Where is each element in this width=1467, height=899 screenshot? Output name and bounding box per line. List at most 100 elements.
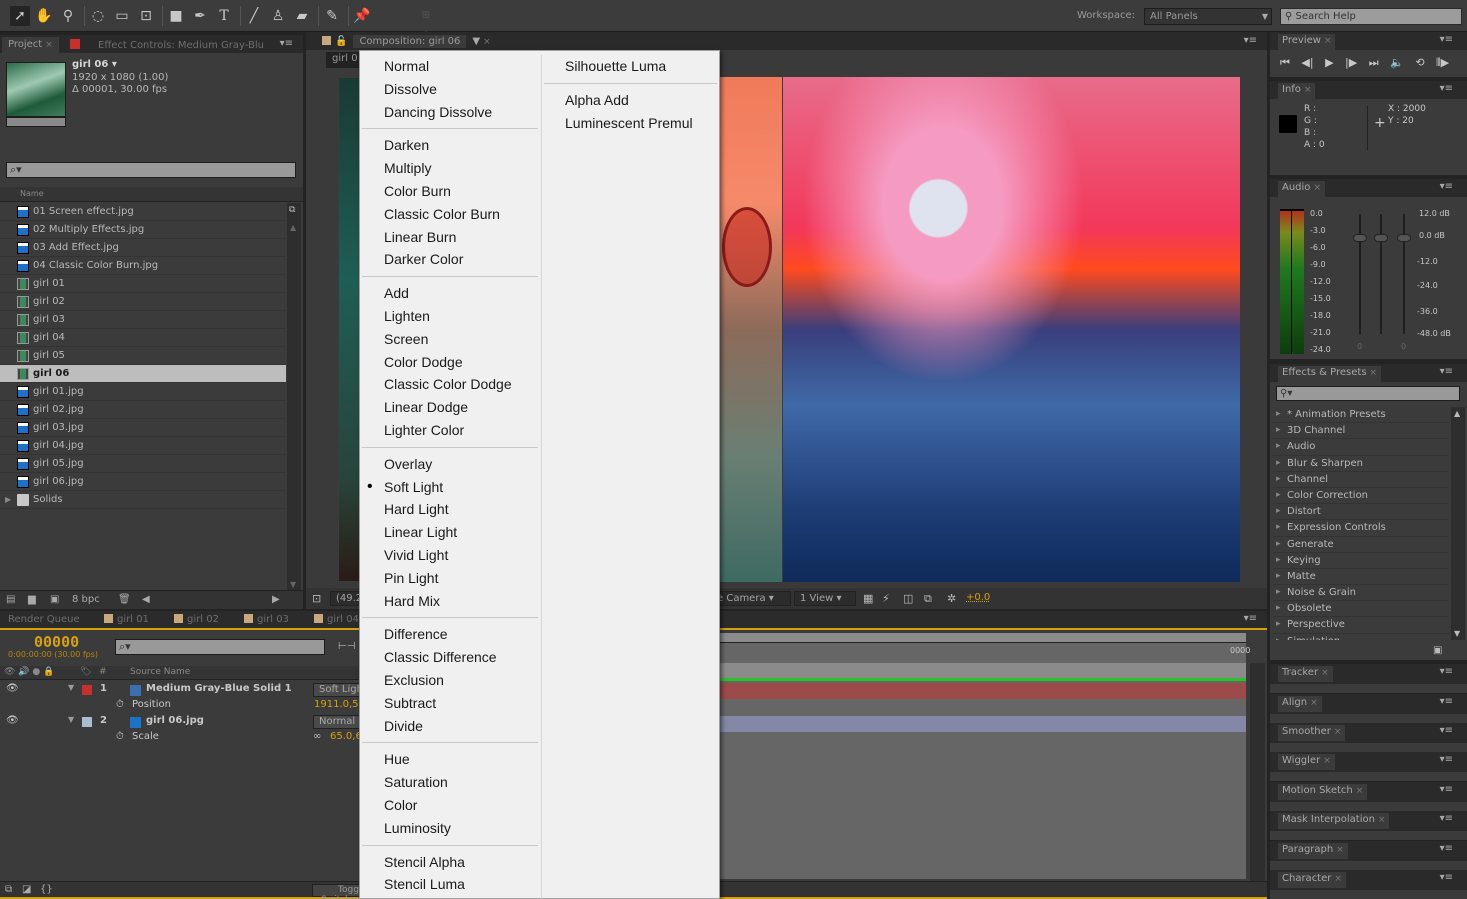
interpret-footage-icon[interactable]: ▤	[6, 594, 15, 605]
blend-mode-option[interactable]: Overlay	[360, 453, 540, 476]
panel-menu-icon[interactable]: ▾≡	[1440, 813, 1453, 824]
blend-mode-option[interactable]: Hue	[360, 748, 540, 771]
panel-menu-icon[interactable]: ▾≡	[1440, 666, 1453, 677]
scroll-down-icon[interactable]: ▼	[290, 580, 296, 589]
blend-mode-option[interactable]: Subtract	[360, 692, 540, 715]
puppet-pin-tool-icon[interactable]: 📌	[352, 6, 372, 26]
close-icon[interactable]: ×	[1334, 874, 1342, 884]
transfer-controls-icon[interactable]: ◪	[22, 884, 31, 895]
composition-mini-flowchart-icon[interactable]: ⊢⊣	[338, 641, 355, 652]
expand-triangle-icon[interactable]: ▶	[5, 491, 11, 508]
reset-exposure-icon[interactable]: ✲	[947, 592, 956, 605]
project-item[interactable]: girl 02.jpg	[0, 401, 286, 419]
roto-brush-tool-icon[interactable]: ✎	[322, 6, 342, 26]
new-folder-icon[interactable]: ▆	[28, 594, 36, 605]
composition-image[interactable]	[720, 77, 1240, 582]
effects-category[interactable]: Matte	[1273, 569, 1449, 586]
column-source-name[interactable]: Source Name	[130, 667, 190, 677]
project-item[interactable]: girl 03	[0, 311, 286, 329]
zoom-tool-icon[interactable]: ⚲	[58, 6, 78, 26]
camera-tool-icon[interactable]: ▭	[112, 6, 132, 26]
close-icon[interactable]: ×	[1321, 668, 1329, 678]
effects-category[interactable]: Keying	[1273, 553, 1449, 569]
view-layout-select[interactable]: 1 View ▾	[794, 591, 856, 606]
effects-category[interactable]: Audio	[1273, 439, 1449, 456]
timeline-scrollbar[interactable]	[1250, 663, 1265, 881]
tab-smoother[interactable]: Smoother ×	[1278, 725, 1346, 741]
panel-menu-icon[interactable]: ▾≡	[1440, 725, 1453, 736]
close-icon[interactable]: ×	[1336, 845, 1344, 855]
brush-tool-icon[interactable]: ╱	[244, 6, 264, 26]
eye-icon[interactable]: 👁	[6, 715, 19, 726]
blend-mode-option[interactable]: Darker Color	[360, 248, 540, 271]
current-time-display[interactable]: 00000	[34, 633, 79, 651]
blend-mode-option[interactable]: Linear Burn	[360, 226, 540, 249]
panel-menu-icon[interactable]: ▾≡	[1440, 181, 1453, 192]
tab-paragraph[interactable]: Paragraph ×	[1278, 843, 1348, 859]
project-item[interactable]: 04 Classic Color Burn.jpg	[0, 257, 286, 275]
blend-mode-option[interactable]: Classic Difference	[360, 646, 540, 669]
blend-mode-option[interactable]: Stencil Luma	[360, 873, 540, 896]
lock-icon[interactable]: 🔓	[335, 36, 347, 47]
blend-mode-select[interactable]: Soft Light	[313, 683, 363, 697]
prev-frame-icon[interactable]: ◀|	[1301, 56, 1313, 69]
blend-mode-option[interactable]: Vivid Light	[360, 544, 540, 567]
project-item[interactable]: girl 05	[0, 347, 286, 365]
chevron-down-icon[interactable]: ▼	[472, 36, 480, 47]
in-out-icon[interactable]: {}	[40, 884, 53, 895]
scroll-down-icon[interactable]: ▼	[1454, 629, 1460, 638]
scroll-up-icon[interactable]: ▲	[290, 223, 296, 232]
blend-mode-option[interactable]: Screen	[360, 328, 540, 351]
effects-category[interactable]: Blur & Sharpen	[1273, 456, 1449, 472]
close-icon[interactable]: ×	[1324, 36, 1332, 46]
flowchart-icon[interactable]: ⧉	[924, 592, 932, 606]
layer-name[interactable]: Medium Gray-Blue Solid 1	[146, 683, 292, 694]
blend-mode-option[interactable]: Divide	[360, 715, 540, 738]
blend-mode-option[interactable]: Alpha Add	[542, 89, 719, 112]
panel-menu-icon[interactable]: ▾≡	[1440, 843, 1453, 854]
project-scrollbar[interactable]: ⧉ ▲ ▼	[287, 203, 301, 591]
blend-mode-option[interactable]: Stencil Alpha	[360, 851, 540, 874]
new-preset-icon[interactable]: ▣	[1433, 645, 1442, 656]
timeline-icon[interactable]: ◫	[903, 592, 913, 605]
tab-info[interactable]: Info ×	[1278, 83, 1316, 99]
blend-mode-option[interactable]: Hard Light	[360, 498, 540, 521]
expand-chevron-icon[interactable]: ▼	[68, 715, 74, 724]
effects-scrollbar[interactable]: ▲ ▼	[1451, 407, 1465, 640]
first-frame-icon[interactable]: ⏮	[1280, 56, 1290, 69]
blend-mode-select[interactable]: Normal	[313, 715, 363, 729]
play-icon[interactable]: ▶	[1325, 56, 1333, 69]
panel-menu-icon[interactable]: ▾≡	[1244, 35, 1257, 46]
tab-render-queue[interactable]: Render Queue	[2, 613, 86, 629]
blend-mode-option[interactable]: Exclusion	[360, 669, 540, 692]
close-icon[interactable]: ×	[1356, 786, 1364, 796]
work-area-bar[interactable]	[718, 663, 1246, 678]
scroll-up-icon[interactable]: ▲	[1454, 409, 1460, 418]
tab-effect-controls[interactable]: Effect Controls: Medium Gray-Blu	[64, 37, 270, 53]
blend-mode-option[interactable]: Lighter Color	[360, 419, 540, 442]
last-frame-icon[interactable]: ⏭	[1369, 56, 1379, 69]
audio-fader-right[interactable]	[1397, 214, 1411, 334]
pen-tool-icon[interactable]: ✒	[190, 6, 210, 26]
audio-icon[interactable]: 🔈	[1390, 56, 1404, 69]
eraser-tool-icon[interactable]: ▰	[292, 6, 312, 26]
effects-category[interactable]: Channel	[1273, 472, 1449, 488]
blend-mode-option[interactable]: Classic Color Dodge	[360, 373, 540, 396]
layer-label-color[interactable]	[82, 685, 92, 695]
layer-2-duration-bar[interactable]	[718, 716, 1246, 732]
clone-stamp-tool-icon[interactable]: ♙	[268, 6, 288, 26]
tab-composition-timeline[interactable]: girl 01	[98, 613, 155, 629]
expand-chevron-icon[interactable]: ▼	[68, 683, 74, 692]
layer-label-color[interactable]	[82, 717, 92, 727]
effects-category[interactable]: Generate	[1273, 537, 1449, 553]
project-item[interactable]: girl 02	[0, 293, 286, 311]
tab-tracker[interactable]: Tracker ×	[1278, 666, 1333, 682]
eye-icon[interactable]: 👁	[6, 683, 19, 694]
audio-fader-left[interactable]	[1353, 214, 1367, 334]
fader-knob[interactable]	[1374, 234, 1388, 242]
blend-mode-option[interactable]: Luminescent Premul	[542, 112, 719, 135]
new-composition-icon[interactable]: ▣	[50, 594, 59, 605]
rectangle-tool-icon[interactable]: ■	[166, 6, 186, 26]
trash-icon[interactable]: 🗑	[118, 594, 131, 605]
project-item[interactable]: girl 06	[0, 365, 286, 383]
